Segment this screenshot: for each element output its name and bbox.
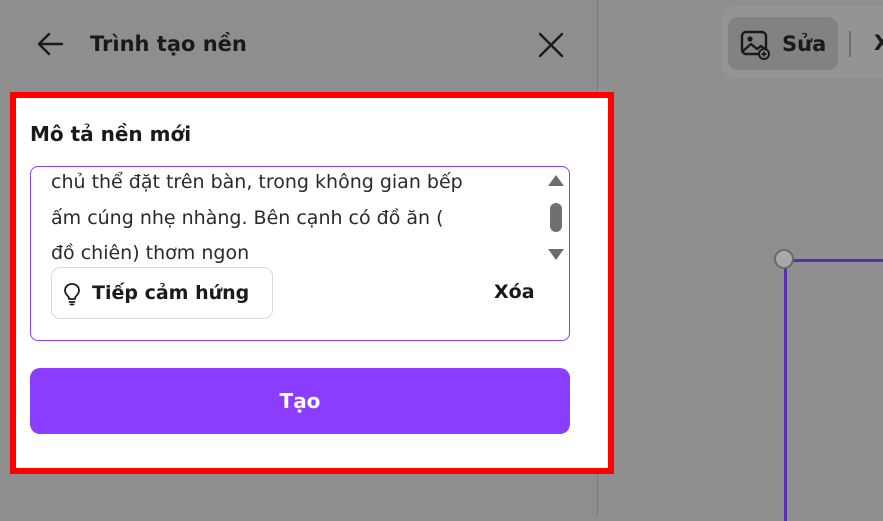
edit-button[interactable]: Sửa bbox=[728, 17, 838, 70]
close-icon bbox=[538, 32, 564, 58]
panel-title: Trình tạo nền bbox=[90, 32, 247, 56]
create-button[interactable]: Tạo bbox=[30, 368, 570, 434]
scrollbar-thumb[interactable] bbox=[550, 203, 562, 232]
arrow-left-icon bbox=[37, 32, 64, 56]
description-label: Mô tả nền mới bbox=[30, 122, 192, 146]
lightbulb-icon bbox=[64, 283, 80, 306]
create-button-label: Tạo bbox=[279, 389, 321, 413]
prompt-line: ấm cúng nhẹ nhàng. Bên cạnh có đồ ăn ( bbox=[51, 206, 444, 229]
selection-resize-handle[interactable] bbox=[774, 249, 794, 269]
selection-frame-left-edge bbox=[784, 261, 787, 521]
inspire-button-label: Tiếp cảm hứng bbox=[92, 282, 250, 304]
clear-button[interactable]: Xóa bbox=[494, 279, 535, 305]
scroll-down-arrow-icon[interactable] bbox=[548, 249, 564, 260]
back-button[interactable] bbox=[34, 30, 66, 58]
edit-button-label: Sửa bbox=[782, 32, 827, 56]
prompt-textarea[interactable]: chủ thể đặt trên bàn, trong không gian b… bbox=[30, 166, 570, 341]
prompt-text[interactable]: chủ thể đặt trên bàn, trong không gian b… bbox=[51, 167, 529, 272]
close-button[interactable] bbox=[536, 30, 566, 60]
inspire-button[interactable]: Tiếp cảm hứng bbox=[51, 267, 273, 319]
selection-frame-top-edge bbox=[784, 259, 883, 262]
prompt-line: chủ thể đặt trên bàn, trong không gian b… bbox=[51, 171, 463, 193]
toolbar-next-item[interactable]: X bbox=[874, 29, 883, 57]
scroll-up-arrow-icon[interactable] bbox=[548, 175, 564, 186]
image-edit-icon bbox=[740, 30, 770, 60]
toolbar-separator bbox=[849, 31, 851, 57]
